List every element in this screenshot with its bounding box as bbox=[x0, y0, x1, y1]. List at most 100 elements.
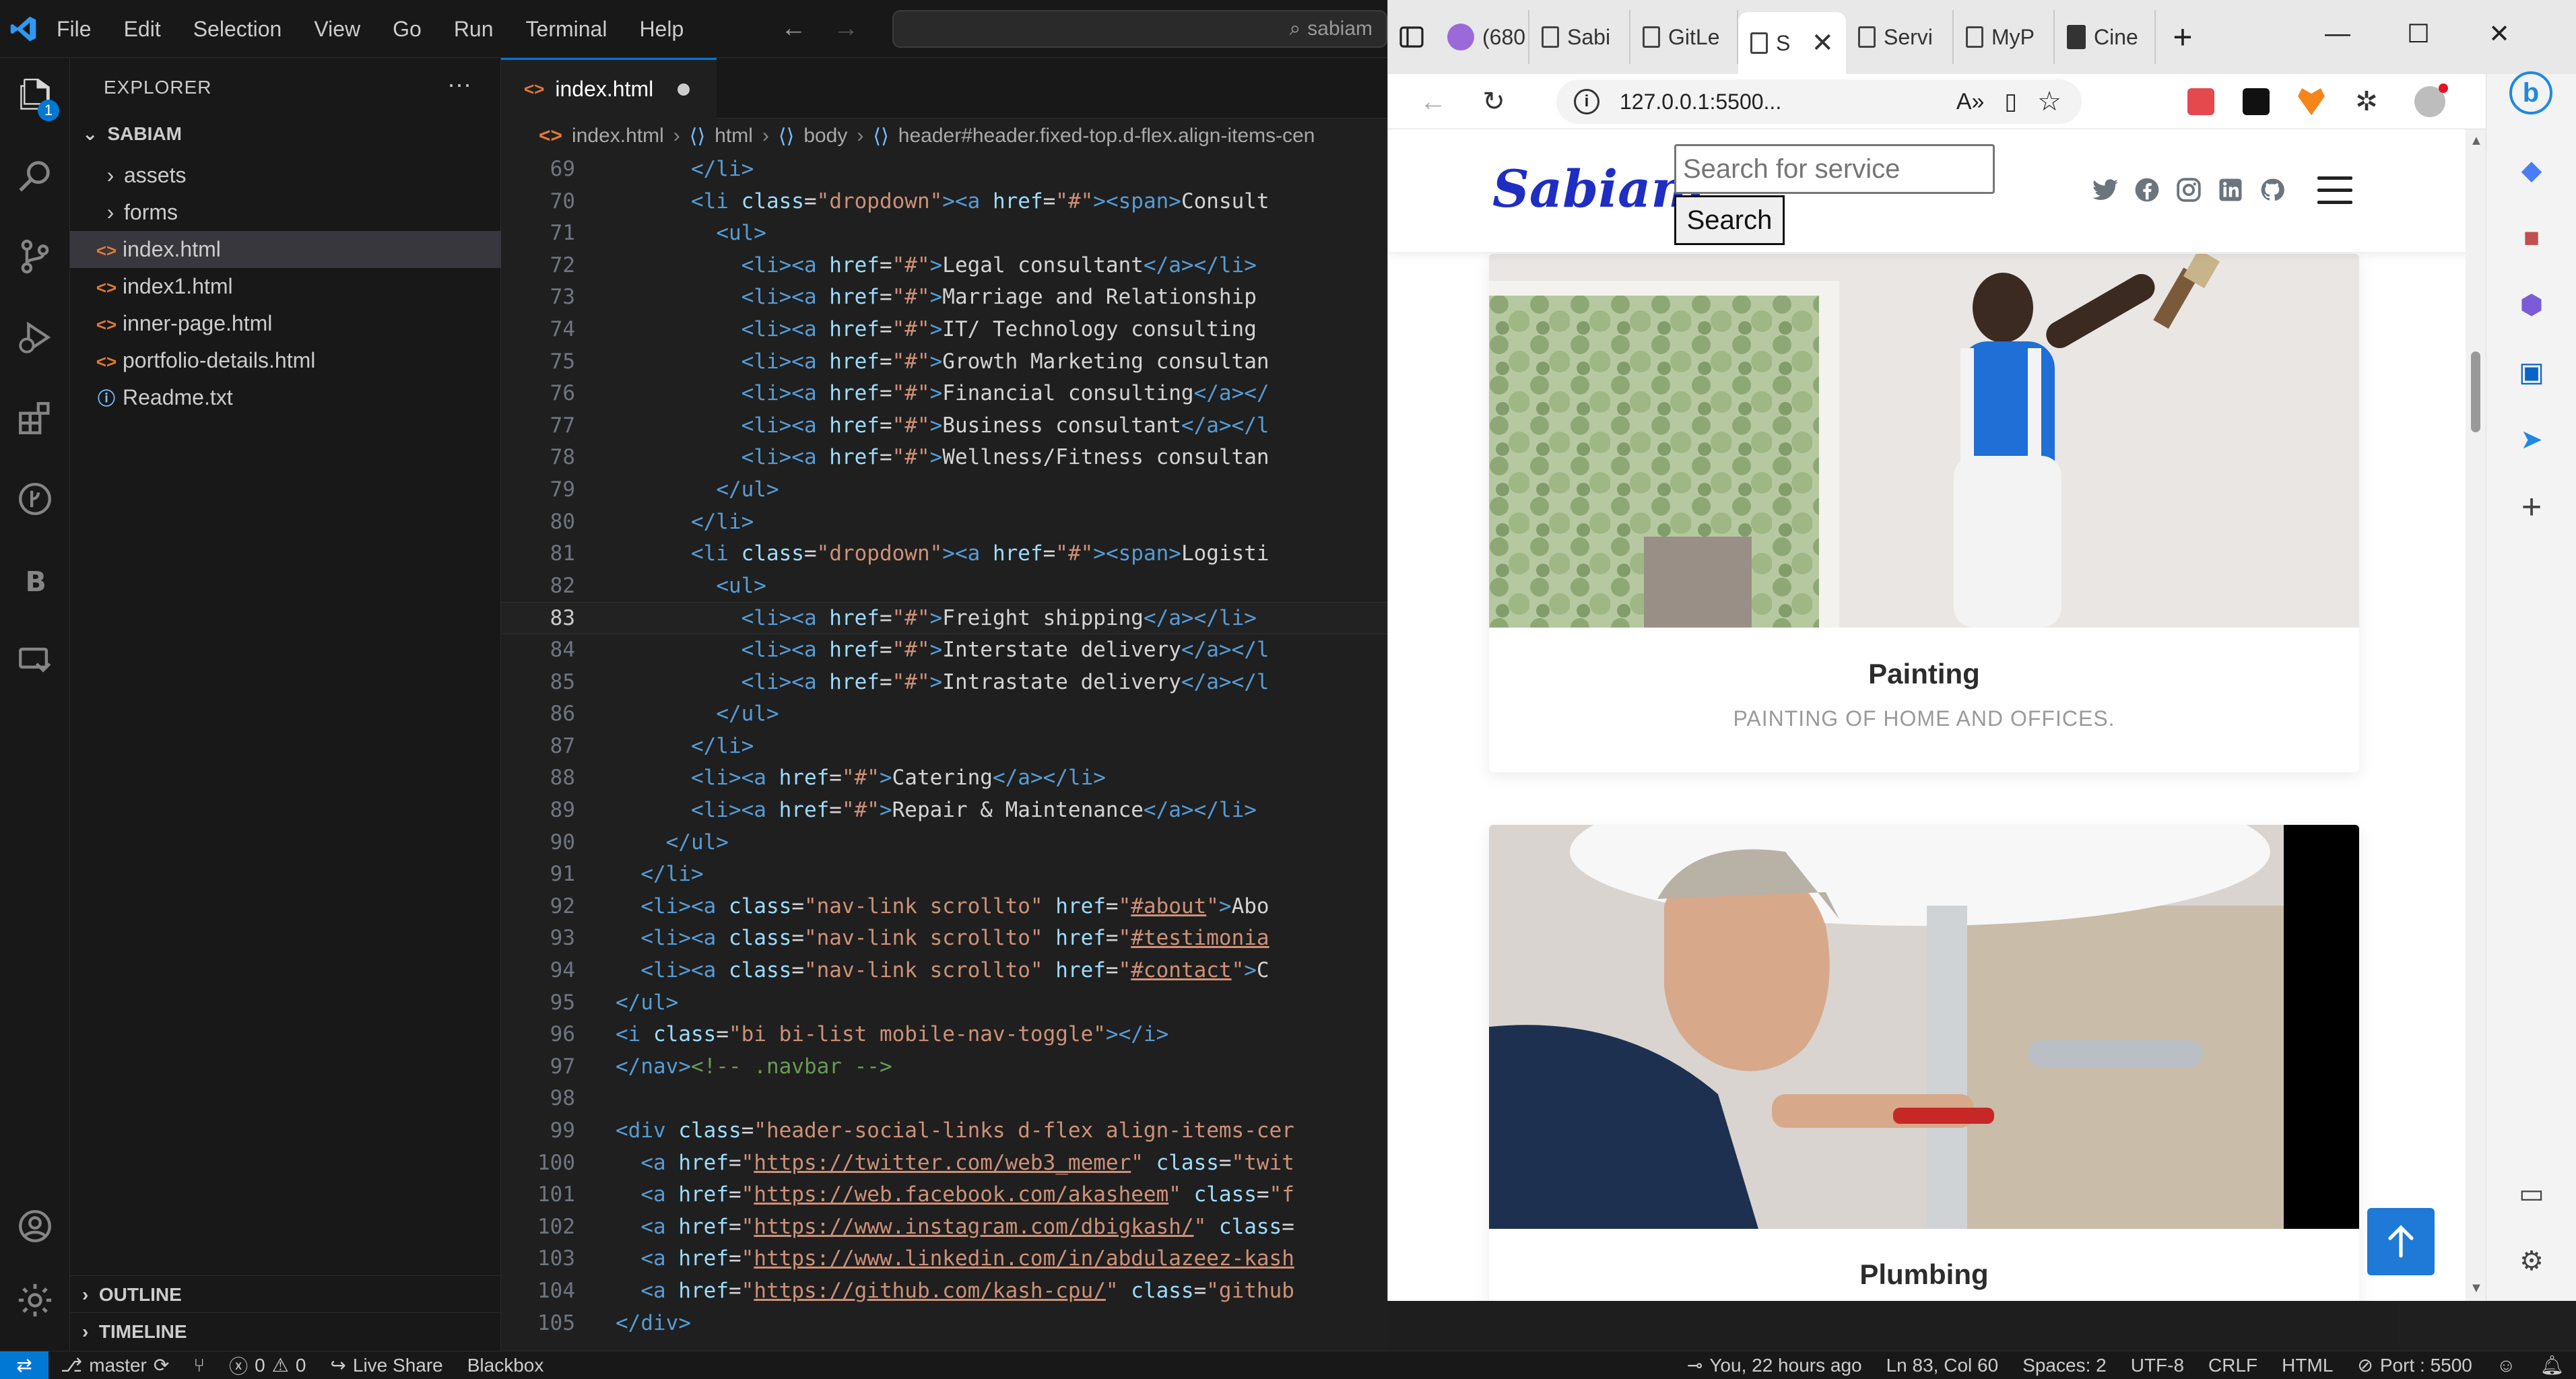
code-line[interactable]: 82 <ul> bbox=[501, 570, 1387, 603]
browser-tab[interactable]: MyP bbox=[1954, 10, 2055, 64]
breadcrumb-item[interactable]: index.html bbox=[572, 125, 664, 147]
code-line[interactable]: 84 <li><a href="#">Interstate delivery</… bbox=[501, 634, 1387, 667]
problems-indicator[interactable]: ⓧ 0 ⚠ 0 bbox=[217, 1352, 318, 1379]
code-line[interactable]: 86 </ul> bbox=[501, 698, 1387, 731]
cursor-position[interactable]: Ln 83, Col 60 bbox=[1874, 1355, 2011, 1376]
forward-arrow-icon[interactable]: → bbox=[833, 14, 859, 43]
timeline-section[interactable]: › TIMELINE bbox=[70, 1312, 501, 1349]
tree-file-portfolio-details[interactable]: <> portfolio-details.html bbox=[70, 342, 501, 379]
close-window-icon[interactable]: ✕ bbox=[2459, 0, 2540, 67]
immersive-reader-icon[interactable]: ▯ bbox=[2004, 88, 2017, 115]
breadcrumb-item[interactable]: body bbox=[803, 125, 847, 147]
read-aloud-icon[interactable]: A» bbox=[1956, 89, 1985, 115]
service-card-painting[interactable]: Painting PAINTING OF HOME AND OFFICES. bbox=[1489, 254, 2359, 772]
favorite-star-icon[interactable]: ☆ bbox=[2037, 86, 2061, 117]
refresh-icon[interactable]: ↻ bbox=[1476, 83, 1512, 120]
browser-tab[interactable]: Cine bbox=[2055, 10, 2156, 64]
feedback-icon[interactable]: ☺ bbox=[2484, 1355, 2528, 1376]
code-line[interactable]: 102 <a href="https://www.instagram.com/d… bbox=[501, 1211, 1387, 1244]
code-line[interactable]: 76 <li><a href="#">Financial consulting<… bbox=[501, 378, 1387, 410]
tab-actions-icon[interactable] bbox=[1388, 10, 1435, 64]
git-graph-status[interactable]: ⑂ bbox=[181, 1355, 217, 1376]
code-line[interactable]: 104 <a href="https://github.com/kash-cpu… bbox=[501, 1275, 1387, 1308]
scroll-up-icon[interactable]: ▲ bbox=[2470, 133, 2483, 149]
code-line[interactable]: 74 <li><a href="#">IT/ Technology consul… bbox=[501, 314, 1387, 346]
copilot-bing-icon[interactable]: b bbox=[2505, 67, 2556, 119]
git-blame[interactable]: ⊸ You, 22 hours ago bbox=[1675, 1354, 1874, 1376]
back-arrow-icon[interactable]: ← bbox=[781, 14, 806, 43]
account-icon[interactable] bbox=[0, 1189, 70, 1263]
tree-folder-forms[interactable]: › forms bbox=[70, 194, 501, 231]
tree-file-inner-page[interactable]: <> inner-page.html bbox=[70, 305, 501, 342]
metamask-fox-icon[interactable] bbox=[2293, 83, 2330, 120]
extension-dice-icon[interactable] bbox=[2238, 83, 2274, 120]
shopping-tag-icon[interactable]: ◆ bbox=[2509, 148, 2554, 193]
code-line[interactable]: 72 <li><a href="#">Legal consultant</a><… bbox=[501, 250, 1387, 282]
breadcrumb-item[interactable]: html bbox=[715, 125, 753, 147]
search-icon[interactable] bbox=[0, 139, 70, 213]
code-line[interactable]: 95 </ul> bbox=[501, 987, 1387, 1019]
code-editor[interactable]: 69 </li> 70 <li class="dropdown"><a href=… bbox=[501, 154, 1387, 1351]
language-mode[interactable]: HTML bbox=[2270, 1355, 2345, 1376]
code-line[interactable]: 98 bbox=[501, 1083, 1387, 1115]
microsoft365-icon[interactable]: ⬢ bbox=[2509, 283, 2554, 327]
tools-briefcase-icon[interactable]: ■ bbox=[2509, 215, 2554, 260]
run-debug-icon[interactable] bbox=[0, 300, 70, 374]
notifications-bell-icon[interactable]: 🔔︎ bbox=[2528, 1354, 2576, 1376]
tree-file-readme[interactable]: ⓘ Readme.txt bbox=[70, 379, 501, 416]
code-line[interactable]: 79 </ul> bbox=[501, 474, 1387, 506]
code-line[interactable]: 94 <li><a class="nav-link scrollto" href… bbox=[501, 955, 1387, 987]
browser-tab-active[interactable]: S ✕ bbox=[1738, 12, 1846, 74]
remote-indicator-icon[interactable]: ⇄ bbox=[0, 1351, 48, 1379]
browser-tab[interactable]: GitLe bbox=[1630, 10, 1738, 64]
maximize-icon[interactable]: ☐ bbox=[2378, 0, 2459, 67]
code-line[interactable]: 81 <li class="dropdown"><a href="#"><spa… bbox=[501, 538, 1387, 570]
scroll-down-icon[interactable]: ▼ bbox=[2470, 1281, 2483, 1296]
indentation[interactable]: Spaces: 2 bbox=[2010, 1355, 2119, 1376]
settings-gear-icon[interactable]: ⚙ bbox=[2509, 1239, 2554, 1283]
menu-run[interactable]: Run bbox=[438, 0, 510, 58]
code-line[interactable]: 97 </nav><!-- .navbar --> bbox=[501, 1051, 1387, 1083]
search-button[interactable]: Search bbox=[1674, 195, 1785, 245]
code-line[interactable]: 105 </div> bbox=[501, 1308, 1387, 1340]
code-line[interactable]: 92 <li><a class="nav-link scrollto" href… bbox=[501, 891, 1387, 923]
outline-section[interactable]: › OUTLINE bbox=[70, 1275, 501, 1312]
encoding[interactable]: UTF-8 bbox=[2119, 1355, 2196, 1376]
outlook-icon[interactable]: ▣ bbox=[2509, 350, 2554, 395]
root-folder[interactable]: ⌄ SABIAM bbox=[82, 123, 182, 145]
browser-tab[interactable]: (680 bbox=[1435, 10, 1529, 64]
instagram-icon[interactable] bbox=[2175, 176, 2202, 203]
explorer-icon[interactable]: 1 bbox=[0, 58, 70, 132]
menu-selection[interactable]: Selection bbox=[177, 0, 298, 58]
tab-index-html[interactable]: <> index.html bbox=[501, 58, 717, 119]
live-share-button[interactable]: ↪ Live Share bbox=[318, 1354, 455, 1376]
extensions-icon[interactable] bbox=[0, 381, 70, 455]
code-line[interactable]: 88 <li><a href="#">Catering</a></li> bbox=[501, 762, 1387, 795]
service-card-plumbing[interactable]: Plumbing bbox=[1489, 825, 2359, 1301]
menu-file[interactable]: File bbox=[40, 0, 108, 58]
remote-explorer-icon[interactable] bbox=[0, 624, 70, 698]
browser-tab[interactable]: Servi bbox=[1846, 10, 1954, 64]
blackbox-button[interactable]: Blackbox bbox=[455, 1355, 556, 1376]
profile-avatar-icon[interactable] bbox=[2412, 83, 2448, 120]
code-line[interactable]: 75 <li><a href="#">Growth Marketing cons… bbox=[501, 346, 1387, 378]
scroll-thumb[interactable] bbox=[2471, 351, 2480, 432]
code-line[interactable]: 77 <li><a href="#">Business consultant</… bbox=[501, 410, 1387, 442]
new-tab-icon[interactable]: + bbox=[2156, 10, 2210, 64]
code-line[interactable]: 93 <li><a class="nav-link scrollto" href… bbox=[501, 922, 1387, 955]
settings-gear-icon[interactable] bbox=[0, 1263, 70, 1337]
git-branch[interactable]: ⎇ master ⟳ bbox=[48, 1354, 181, 1376]
menu-help[interactable]: Help bbox=[623, 0, 700, 58]
split-screen-icon[interactable]: ▭ bbox=[2509, 1172, 2554, 1216]
unsaved-dot-icon[interactable] bbox=[678, 83, 690, 96]
code-line[interactable]: 71 <ul> bbox=[501, 217, 1387, 250]
code-line[interactable]: 83 <li><a href="#">Freight shipping</a><… bbox=[501, 602, 1387, 634]
code-line[interactable]: 87 </li> bbox=[501, 731, 1387, 763]
browser-tab[interactable]: Sabi bbox=[1529, 10, 1630, 64]
code-line[interactable]: 101 <a href="https://web.facebook.com/ak… bbox=[501, 1179, 1387, 1211]
minimize-icon[interactable]: — bbox=[2297, 0, 2378, 67]
page-scrollbar[interactable]: ▲ ▼ bbox=[2466, 129, 2486, 1301]
send-icon[interactable]: ➤ bbox=[2509, 417, 2554, 462]
linkedin-icon[interactable] bbox=[2217, 176, 2244, 203]
service-search-input[interactable] bbox=[1674, 144, 1995, 194]
